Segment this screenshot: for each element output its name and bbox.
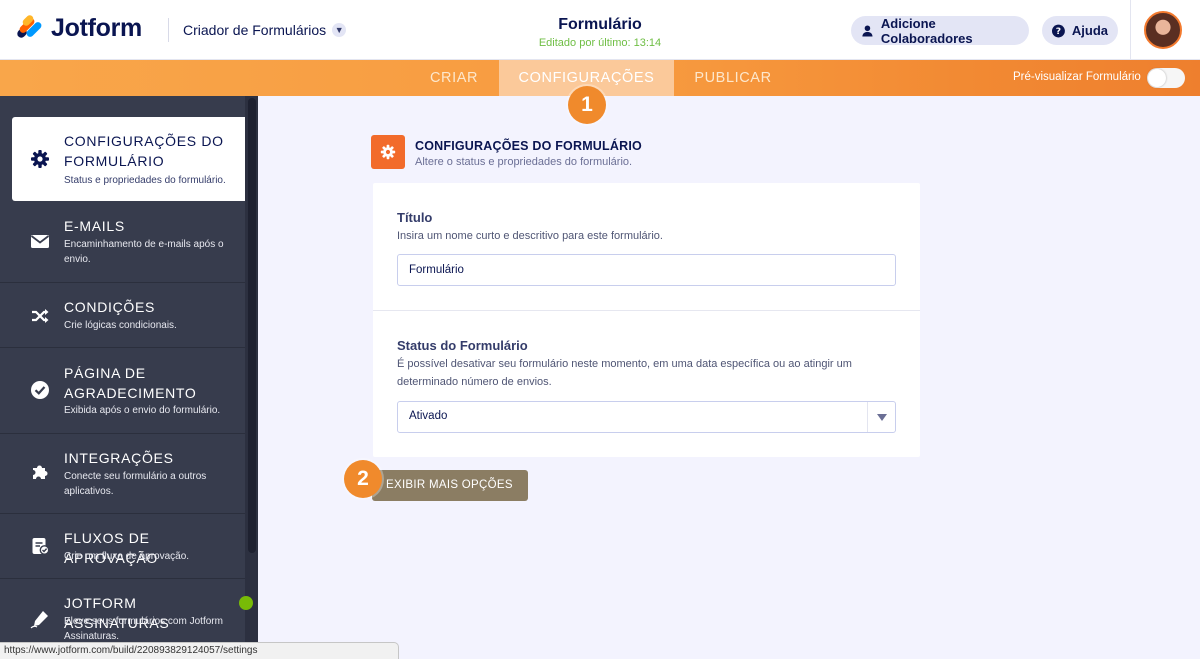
status-field-help: É possível desativar seu formulário nest… [397, 358, 852, 370]
sidebar-item-desc: Conecte seu formulário a outros [64, 471, 207, 482]
settings-sidebar: CONFIGURAÇÕES DO FORMULÁRIO Status e pro… [0, 96, 258, 659]
account-area [1130, 0, 1200, 60]
jotform-logo-icon [15, 13, 43, 43]
select-arrow[interactable] [867, 402, 895, 432]
brand-name: Jotform [51, 14, 142, 42]
top-header: Jotform Criador de Formulários ▼ Formulá… [0, 0, 1200, 60]
sidebar-item-title: PÁGINA DE [64, 365, 146, 381]
title-field-label: Título [397, 210, 433, 225]
step-badge-2: 2 [344, 460, 382, 498]
user-icon [862, 24, 873, 37]
header-divider [168, 18, 169, 42]
sidebar-item-title: E-MAILS [64, 218, 125, 234]
puzzle-icon [33, 465, 48, 479]
svg-text:?: ? [1056, 26, 1061, 37]
check-circle-icon [31, 381, 49, 399]
sidebar-item-desc: Status e propriedades do formulário. [64, 175, 226, 186]
form-title-input[interactable] [397, 254, 896, 286]
sidebar-item-desc: aplicativos. [64, 486, 114, 497]
browser-status-bar: https://www.jotform.com/build/2208938291… [0, 642, 399, 659]
sidebar-item-title: CONFIGURAÇÕES DO [64, 133, 224, 149]
sidebar-item-integrations[interactable]: INTEGRAÇÕES Conecte seu formulário a out… [0, 434, 245, 514]
sidebar-item-title: AGRADECIMENTO [64, 385, 197, 401]
question-icon: ? [1052, 24, 1065, 37]
builder-menu[interactable]: Criador de Formulários ▼ [183, 22, 347, 38]
sidebar-item-desc: Crie um fluxo de aprovação. [64, 551, 190, 562]
sidebar-item-approval-flows[interactable]: FLUXOS DE APROVAÇÃO Crie um fluxo de apr… [0, 514, 245, 579]
help-label: Ajuda [1071, 23, 1108, 38]
sidebar-item-emails[interactable]: E-MAILS Encaminhamento de e-mails após o… [0, 202, 245, 283]
section-subtitle: Altere o status e propriedades do formul… [415, 156, 633, 168]
chevron-down-icon[interactable]: ▼ [332, 23, 347, 37]
section-icon-box [371, 135, 405, 169]
sidebar-item-title: INTEGRAÇÕES [64, 450, 174, 466]
gear-icon [380, 144, 396, 160]
shuffle-icon [32, 309, 49, 323]
form-status-select[interactable]: Ativado [397, 401, 896, 433]
last-edited-label: Editado por último: 13:14 [538, 37, 662, 49]
add-collaborators-label: Adicione Colaboradores [880, 15, 973, 46]
status-field-label: Status do Formulário [397, 338, 528, 353]
sidebar-item-desc: Crie lógicas condicionais. [64, 320, 177, 331]
sidebar-item-thank-you-page[interactable]: PÁGINA DE AGRADECIMENTO Exibida após o e… [0, 348, 245, 434]
avatar[interactable] [1144, 11, 1182, 49]
show-more-options-button[interactable]: EXIBIR MAIS OPÇÕES [372, 470, 528, 501]
envelope-icon [30, 235, 50, 248]
pen-icon [30, 611, 48, 629]
sidebar-item-desc: Exibida após o envio do formulário. [64, 405, 221, 416]
tab-create[interactable]: CRIAR [409, 60, 499, 96]
gear-icon [31, 150, 49, 168]
sidebar-item-form-settings[interactable]: CONFIGURAÇÕES DO FORMULÁRIO Status e pro… [12, 117, 245, 201]
preview-form-label: Pré-visualizar Formulário [1013, 71, 1141, 83]
new-indicator-dot [239, 596, 253, 610]
tab-publish[interactable]: PUBLICAR [674, 60, 792, 96]
title-field-help: Insira um nome curto e descritivo para e… [397, 230, 663, 242]
form-title[interactable]: Formulário [500, 16, 700, 34]
settings-card: Título Insira um nome curto e descritivo… [373, 183, 920, 457]
step-badge-1: 1 [568, 86, 606, 124]
sidebar-item-title: FORMULÁRIO [64, 153, 165, 169]
sidebar-item-desc: Encaminhamento de e-mails após o [64, 239, 224, 250]
sidebar-item-conditions[interactable]: CONDIÇÕES Crie lógicas condicionais. [0, 283, 245, 348]
sidebar-item-title: CONDIÇÕES [64, 299, 156, 315]
help-button[interactable]: ? Ajuda [1042, 16, 1118, 45]
status-field-help: determinado número de envios. [397, 376, 552, 388]
card-divider [373, 310, 920, 311]
builder-label: Criador de Formulários [183, 22, 327, 38]
add-collaborators-button[interactable]: Adicione Colaboradores [851, 15, 1029, 46]
preview-form-toggle[interactable] [1147, 68, 1185, 88]
sidebar-item-desc: Eleve seus formulários com Jotform [64, 616, 223, 627]
chevron-down-icon [877, 414, 887, 421]
jotform-logo[interactable]: Jotform [15, 13, 142, 43]
approval-icon [32, 538, 50, 555]
section-title: CONFIGURAÇÕES DO FORMULÁRIO [415, 139, 642, 153]
sidebar-scrollbar-thumb[interactable] [248, 98, 256, 553]
form-status-value: Ativado [409, 410, 448, 422]
sidebar-item-desc: envio. [64, 254, 91, 265]
